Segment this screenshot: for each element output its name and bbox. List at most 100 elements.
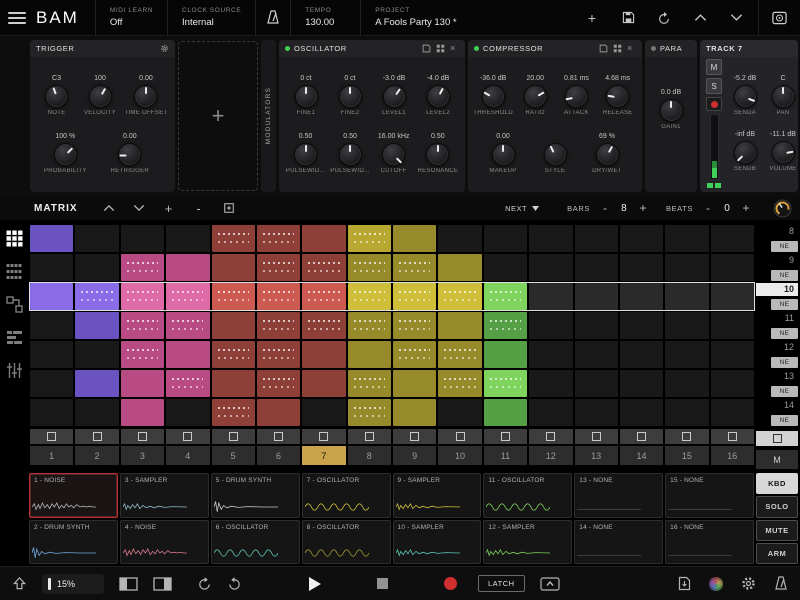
track-cell-6[interactable]: 6 - OSCILLATOR (211, 520, 300, 565)
clip-cell-empty[interactable] (665, 341, 708, 368)
latch-button[interactable]: LATCH (478, 575, 525, 592)
knob-dial[interactable] (45, 85, 68, 108)
knob-pulsewid-[interactable]: 0.50PULSEWID... (330, 133, 370, 174)
clip-cell-filled[interactable] (438, 341, 481, 368)
track-cell-4[interactable]: 4 - NOISE (120, 520, 209, 565)
color-wheel-icon[interactable] (709, 577, 723, 591)
knob-velocity[interactable]: 100VELOCITY (81, 75, 119, 116)
clip-cell-filled[interactable] (438, 283, 481, 310)
beats-increment-button[interactable]: + (737, 200, 755, 216)
modulators-tab[interactable]: MODULATORS (261, 40, 276, 192)
clip-cell-empty[interactable] (75, 341, 118, 368)
master-output-icon[interactable] (758, 0, 800, 35)
column-number-2[interactable]: 2 (75, 446, 118, 465)
clip-cell-filled[interactable] (393, 254, 436, 281)
knob-level1[interactable]: -3.0 dBLEVEL1 (375, 75, 413, 116)
clip-cell-filled[interactable] (212, 283, 255, 310)
beats-decrement-button[interactable]: - (699, 200, 717, 216)
track-cell-5[interactable]: 5 - DRUM SYNTH (211, 473, 300, 518)
clip-cell-filled[interactable] (393, 399, 436, 426)
clip-cell-filled[interactable] (302, 254, 345, 281)
redo-icon[interactable] (227, 576, 242, 591)
arrange-view-icon[interactable] (6, 329, 23, 346)
clip-cell-empty[interactable] (484, 254, 527, 281)
scene-number[interactable]: 8 (756, 225, 798, 238)
column-number-5[interactable]: 5 (212, 446, 255, 465)
knob-dial[interactable] (427, 85, 450, 108)
midi-learn-control[interactable]: MIDI LEARN Off (95, 0, 167, 35)
close-icon[interactable]: × (450, 44, 459, 53)
column-number-1[interactable]: 1 (30, 446, 73, 465)
clip-cell-filled[interactable] (348, 254, 391, 281)
clip-cell-filled[interactable] (302, 312, 345, 339)
clip-cell-empty[interactable] (75, 399, 118, 426)
scene-next-button[interactable]: NE (771, 299, 798, 310)
clip-cell-empty[interactable] (665, 312, 708, 339)
knob-pan[interactable]: CPAN (764, 75, 798, 116)
clip-cell-filled[interactable] (393, 225, 436, 252)
clip-cell-filled[interactable] (212, 341, 255, 368)
scene-next-button[interactable]: NE (771, 328, 798, 339)
knob-dial[interactable] (492, 143, 515, 166)
column-checkbox-7[interactable] (302, 429, 345, 444)
scene-number[interactable]: 12 (756, 341, 798, 354)
clip-cell-filled[interactable] (166, 341, 209, 368)
scene-next-button[interactable]: NE (771, 270, 798, 281)
play-button[interactable] (309, 577, 321, 591)
column-checkbox-3[interactable] (121, 429, 164, 444)
zoom-handle[interactable] (48, 578, 51, 590)
clip-cell-empty[interactable] (166, 399, 209, 426)
column-checkbox-1[interactable] (30, 429, 73, 444)
clip-cell-empty[interactable] (30, 399, 73, 426)
clip-cell-filled[interactable] (393, 341, 436, 368)
clip-cell-empty[interactable] (30, 370, 73, 397)
clip-cell-filled[interactable] (121, 254, 164, 281)
clip-cell-filled[interactable] (257, 341, 300, 368)
clip-cell-empty[interactable] (620, 225, 663, 252)
matrix-view-icon[interactable] (6, 230, 23, 247)
scene-next-button[interactable]: NE (771, 386, 798, 397)
clip-cell-empty[interactable] (529, 370, 572, 397)
scene-down-button[interactable] (126, 199, 152, 217)
clip-cell-empty[interactable] (575, 341, 618, 368)
settings-gear-icon[interactable] (741, 576, 756, 591)
clip-cell-filled[interactable] (393, 312, 436, 339)
column-number-8[interactable]: 8 (348, 446, 391, 465)
clip-cell-empty[interactable] (438, 225, 481, 252)
knob-dial[interactable] (734, 141, 757, 164)
preset-save-icon[interactable] (599, 44, 608, 53)
knob-dial[interactable] (772, 141, 795, 164)
clip-cell-filled[interactable] (484, 341, 527, 368)
clip-cell-empty[interactable] (665, 370, 708, 397)
clip-cell-empty[interactable] (30, 312, 73, 339)
knob-dial[interactable] (295, 85, 318, 108)
clip-cell-filled[interactable] (212, 370, 255, 397)
clock-source-control[interactable]: CLOCK SOURCE Internal (167, 0, 255, 35)
clip-cell-filled[interactable] (212, 399, 255, 426)
clip-cell-empty[interactable] (665, 283, 708, 310)
knob-dial[interactable] (339, 143, 362, 166)
clip-cell-filled[interactable] (302, 283, 345, 310)
column-number-12[interactable]: 12 (529, 446, 572, 465)
clip-cell-empty[interactable] (620, 341, 663, 368)
column-number-16[interactable]: 16 (711, 446, 754, 465)
knob-sendb[interactable]: -inf dBSENDB (726, 131, 764, 172)
clip-cell-filled[interactable] (257, 370, 300, 397)
knob-dial[interactable] (524, 85, 547, 108)
add-device-slot[interactable]: + (178, 41, 258, 191)
track-cell-3[interactable]: 3 - SAMPLER (120, 473, 209, 518)
knob-senda[interactable]: -5.2 dBSENDA (726, 75, 764, 116)
metronome-icon[interactable] (774, 576, 788, 591)
scene-number[interactable]: 14 (756, 399, 798, 412)
clip-cell-filled[interactable] (166, 370, 209, 397)
undo-icon[interactable] (197, 576, 212, 591)
clip-cell-filled[interactable] (348, 341, 391, 368)
scene-add-button[interactable]: + (156, 199, 182, 217)
close-icon[interactable]: × (627, 44, 636, 53)
hamburger-menu-icon[interactable] (0, 0, 34, 35)
master-checkbox[interactable] (756, 431, 798, 446)
clip-cell-empty[interactable] (575, 370, 618, 397)
clip-cell-empty[interactable] (30, 254, 73, 281)
clip-cell-filled[interactable] (257, 312, 300, 339)
clip-cell-empty[interactable] (529, 283, 572, 310)
